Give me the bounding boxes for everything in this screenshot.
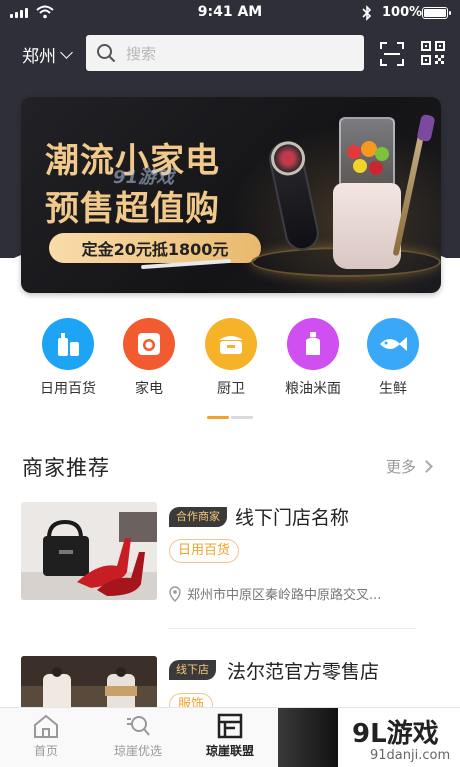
status-bar: 9:41 AM 100% — [0, 0, 460, 26]
search-input[interactable]: 搜索 — [86, 35, 364, 71]
list-divider — [168, 628, 416, 629]
search-icon — [127, 716, 150, 736]
category-label: 生鲜 — [379, 381, 407, 397]
category-icon-circle — [42, 318, 94, 370]
pager-dot-active — [207, 416, 229, 419]
home-icon — [34, 714, 58, 738]
blender-base-image — [333, 183, 401, 269]
scan-icon[interactable] — [379, 41, 405, 67]
chevron-down-icon — [60, 45, 73, 59]
location-pin-icon — [169, 585, 181, 602]
category-pager — [207, 416, 253, 419]
battery-percent: 100% — [382, 5, 423, 20]
tab-alliance[interactable]: 琼崖联盟 — [184, 712, 276, 759]
battery-icon — [422, 7, 451, 19]
alliance-icon — [217, 713, 243, 739]
category-label: 日用百货 — [40, 381, 96, 397]
merchant-badge: 线下店 — [169, 660, 216, 680]
category-daily-goods[interactable]: 日用百货 — [27, 318, 109, 398]
category-row: 日用百货 家电 厨卫 粮油米面 生鲜 — [0, 318, 460, 398]
merchant-name: 法尔范官方零售店 — [227, 661, 380, 683]
chevron-right-icon — [420, 460, 433, 473]
merchant-address: 郑州市中原区秦岭路中原路交叉... — [169, 584, 381, 603]
merchant-badge: 合作商家 — [169, 507, 227, 527]
section-title: 商家推荐 — [22, 456, 110, 480]
oil-bottle-icon — [306, 332, 320, 355]
category-label: 厨卫 — [217, 381, 245, 397]
category-label: 家电 — [135, 381, 163, 397]
promo-banner[interactable]: 潮流小家电 预售超值购 91游戏 定金20元抵1800元 — [21, 97, 441, 293]
merchant-card[interactable]: 合作商家 线下门店名称 日用百货 郑州市中原区秦岭路中原路交叉... — [21, 502, 421, 612]
category-kitchen-bath[interactable]: 厨卫 — [190, 318, 272, 398]
merchant-name: 线下门店名称 — [235, 507, 350, 529]
search-icon — [97, 44, 115, 62]
rice-cooker-icon — [219, 336, 243, 354]
tab-label: 首页 — [33, 744, 58, 758]
category-fresh[interactable]: 生鲜 — [352, 318, 434, 398]
blender-jar-image — [339, 117, 395, 187]
tab-selection[interactable]: 琼崖优选 — [92, 712, 184, 759]
category-label: 粮油米面 — [285, 381, 341, 397]
app-screen: 9:41 AM 100% 郑州 搜索 潮流小家电 预售超值购 91游戏 定金20… — [0, 0, 460, 767]
pager-dot — [231, 416, 253, 419]
watermark-logo: 9L游戏 — [352, 719, 439, 749]
washing-machine-icon — [138, 333, 160, 355]
qr-code-icon[interactable] — [421, 41, 445, 65]
city-selector[interactable]: 郑州 — [22, 42, 73, 67]
site-watermark: 9L游戏 91danji.com — [278, 708, 460, 767]
category-appliances[interactable]: 家电 — [108, 318, 190, 398]
fish-icon — [380, 337, 407, 351]
city-label: 郑州 — [22, 47, 56, 67]
watermark-logo-text: 9L游戏 — [352, 719, 439, 749]
watermark-url: 91danji.com — [370, 748, 451, 763]
tab-label: 琼崖优选 — [113, 744, 162, 758]
search-placeholder: 搜索 — [126, 44, 157, 63]
category-grain-oil[interactable]: 粮油米面 — [272, 318, 354, 398]
tab-label: 琼崖联盟 — [205, 744, 254, 758]
more-label: 更多 — [386, 458, 417, 476]
daily-goods-icon — [58, 333, 79, 356]
banner-watermark: 91游戏 — [113, 167, 175, 188]
merchant-address-text: 郑州市中原区秦岭路中原路交叉... — [187, 588, 382, 603]
merchant-category-tag: 日用百货 — [169, 539, 240, 563]
bluetooth-icon — [362, 5, 372, 21]
tab-home[interactable]: 首页 — [0, 712, 92, 759]
merchant-photo — [21, 502, 157, 600]
more-link[interactable]: 更多 — [386, 456, 433, 477]
